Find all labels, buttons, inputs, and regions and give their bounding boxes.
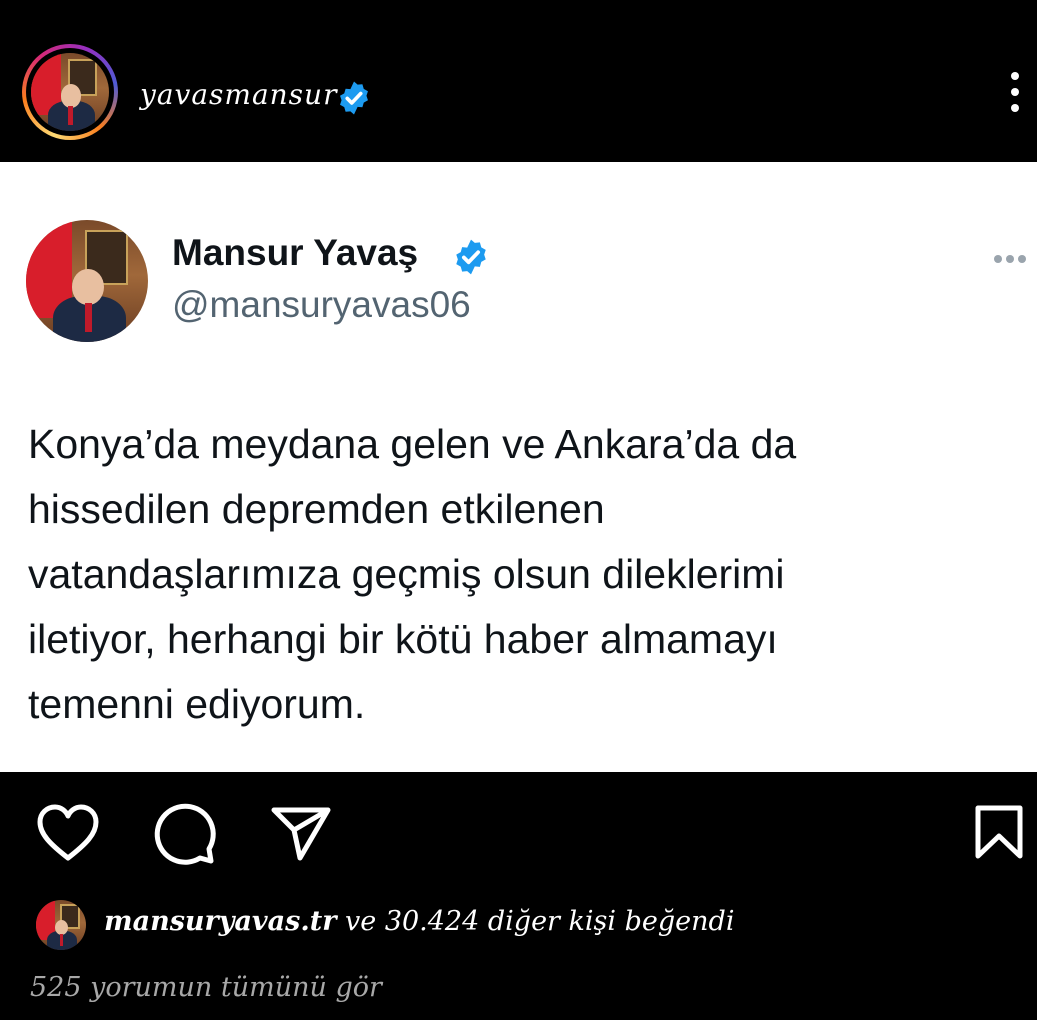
- tweet-line: iletiyor, herhangi bir kötü haber almama…: [28, 616, 778, 662]
- tweet-line: hissedilen depremden etkilenen: [28, 486, 605, 532]
- tweet-handle: @mansuryavas06: [172, 284, 471, 325]
- username-link[interactable]: yavasmansur: [140, 78, 337, 111]
- more-horizontal-icon: [994, 248, 1034, 263]
- likes-count-text: ve 30.424 diğer kişi beğendi: [336, 906, 735, 937]
- liker-avatar[interactable]: [36, 900, 86, 950]
- view-all-comments-link[interactable]: 525 yorumun tümünü gör: [30, 972, 382, 1003]
- avatar[interactable]: [31, 53, 109, 131]
- tweet-avatar: [26, 220, 148, 342]
- likes-summary[interactable]: mansuryavas.tr ve 30.424 diğer kişi beğe…: [104, 906, 734, 937]
- verified-badge-icon: [340, 81, 368, 115]
- tweet-line: Konya’da meydana gelen ve Ankara’da da: [28, 421, 797, 467]
- bookmark-icon[interactable]: [974, 804, 1024, 860]
- story-ring[interactable]: [22, 44, 118, 140]
- send-icon[interactable]: [270, 804, 332, 862]
- post-header: yavasmansur: [0, 0, 1037, 162]
- tweet-text: Konya’da meydana gelen ve Ankara’da da h…: [28, 412, 928, 737]
- tweet-line: temenni ediyorum.: [28, 681, 366, 727]
- tweet-line: vatandaşlarımıza geçmiş olsun dileklerim…: [28, 551, 785, 597]
- comment-icon[interactable]: [152, 802, 218, 866]
- more-vertical-icon[interactable]: [1008, 72, 1022, 116]
- heart-icon[interactable]: [36, 802, 100, 864]
- action-bar: [0, 772, 1037, 892]
- tweet-verified-badge-icon: [456, 239, 486, 275]
- tweet-display-name: Mansur Yavaş: [172, 232, 419, 273]
- liker-username[interactable]: mansuryavas.tr: [104, 906, 336, 937]
